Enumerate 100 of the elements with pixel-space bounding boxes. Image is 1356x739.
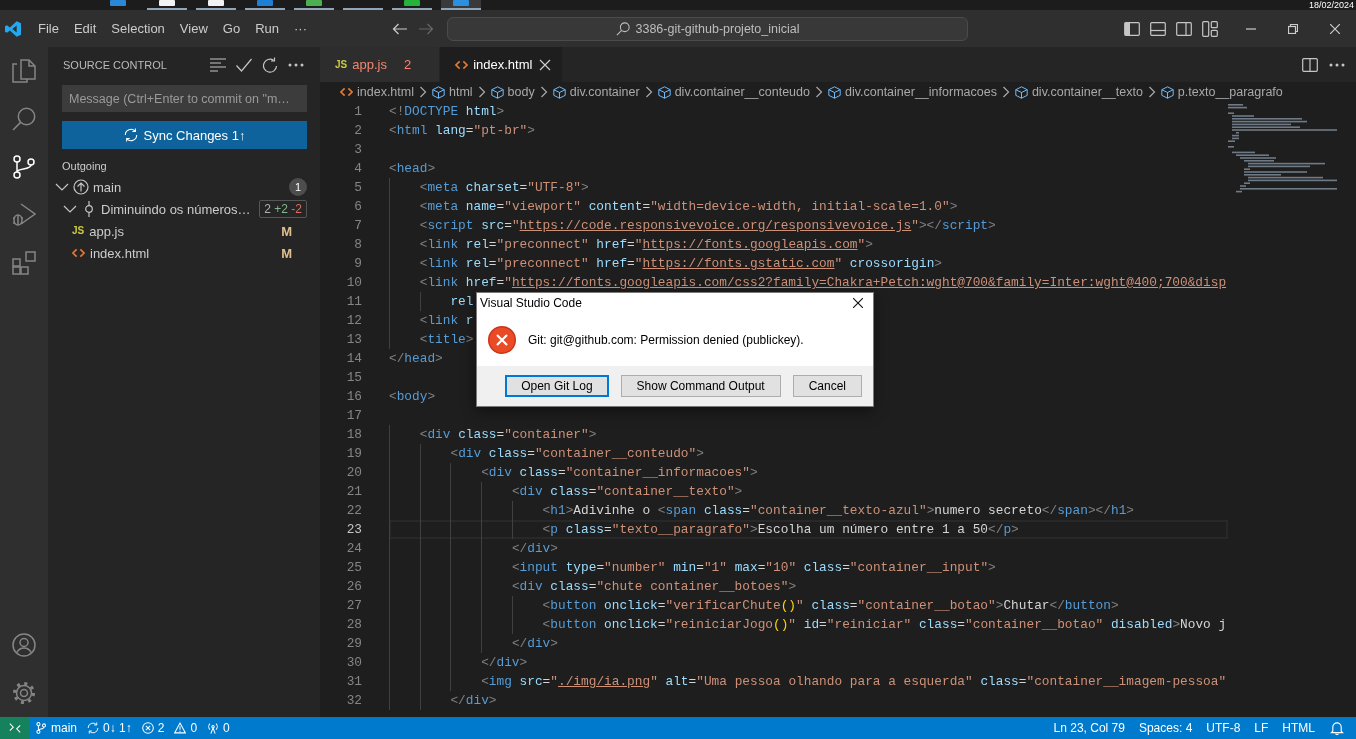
file-name[interactable]: index.html [90,245,150,261]
cube-icon [552,85,566,99]
dialog-button[interactable]: Show Command Output [620,375,781,397]
line-number: 16 [345,388,362,406]
app-logo-icon [5,20,21,37]
breadcrumb-item[interactable]: p.texto__paragrafo [1160,85,1283,99]
status-item[interactable]: HTML [1275,717,1322,739]
commit-message-field[interactable]: Message (Ctrl+Enter to commit on "m… [62,85,307,112]
line-number: 23 [345,521,362,539]
editor-tab[interactable]: index.html [440,47,564,82]
command-center-search[interactable]: 3386-git-github-projeto_inicial [447,16,968,41]
line-number: 22 [345,502,362,520]
line-number: 5 [353,179,362,197]
menu-item[interactable]: Selection [104,17,172,40]
branch-icon [35,722,47,734]
breadcrumb-item[interactable]: index.html [340,85,414,99]
source-control-icon[interactable] [12,155,36,179]
breadcrumb-item[interactable]: html [432,85,473,99]
split-editor-icon[interactable] [1302,56,1318,73]
menu-item[interactable]: Edit [66,17,104,40]
editor-tab[interactable]: JS app.js 2 [320,47,441,82]
branch-name[interactable]: main [93,179,122,195]
line-number: 15 [345,369,362,387]
sidebar-layout-icon[interactable] [1124,20,1140,37]
section-heading: Outgoing [61,159,108,174]
chevron-right-icon [477,86,486,98]
code-link[interactable]: https://fonts.googleapis.com/css2?family=Chakra+Petch:wght@700&family=Inter:wght@400;700&disp [511,275,1227,290]
change-stats: 2 +2 -2 [259,200,307,218]
status-item[interactable]: UTF-8 [1199,717,1248,739]
arrow-up-circle-icon [73,179,89,195]
code-line: <h1>Adivinhe o <span class="container__texto-azul">numero secreto</span></h1> [542,502,1134,520]
html-file-icon [455,59,469,70]
account-icon[interactable] [12,633,36,657]
code-link[interactable]: ./img/ia.png [558,674,651,689]
problems-status[interactable]: 2 0 [136,717,203,739]
breadcrumb-item[interactable]: div.container [552,85,640,99]
check-icon[interactable] [236,56,252,73]
file-name[interactable]: app.js [89,223,124,239]
status-item[interactable]: Spaces: 4 [1131,717,1200,739]
list-icon[interactable] [210,56,226,73]
extensions-icon[interactable] [12,251,36,275]
code-line: <head> [389,160,436,178]
code-line: <link rel="preconnect" href="https://fonts.gstatic.com" crossorigin> [419,255,942,273]
branch-status[interactable]: main [30,717,82,739]
code-link[interactable]: https://fonts.googleapis.com [642,237,858,252]
files-icon[interactable] [12,59,36,83]
breadcrumb-item[interactable]: body [490,85,535,99]
line-number: 8 [353,236,362,254]
menu-item[interactable]: File [31,17,66,40]
line-number: 11 [345,293,362,311]
sync-icon [87,722,99,734]
code-line: <!DOCTYPE html> [389,103,505,121]
side-panel-layout-icon[interactable] [1176,20,1192,37]
dialog-message: Git: git@github.com: Permission denied (publickey). [528,332,804,347]
restore-icon[interactable] [1288,23,1298,34]
menu-item[interactable]: ··· [287,17,314,40]
code-line: <meta charset="UTF-8"> [419,179,589,197]
dialog-button[interactable]: Open Git Log [505,375,609,397]
search-icon[interactable] [12,107,36,131]
code-line: <div class="container__texto"> [511,483,743,501]
code-line: <body> [389,388,436,406]
code-line: <div class="container__conteudo"> [450,445,704,463]
code-line: <div class="chute container__botoes"> [511,578,797,596]
ports-status[interactable]: 0 [202,717,235,739]
line-number: 20 [345,464,362,482]
cube-icon [432,85,445,99]
run-debug-icon[interactable] [12,203,36,227]
menu-item[interactable]: Go [215,17,248,40]
code-line: <input type="number" min="1" max="10" class="container__input"> [511,559,996,577]
file-status: M [281,223,292,239]
settings-icon[interactable] [12,681,36,705]
line-number: 6 [353,198,362,216]
customize-layout-icon[interactable] [1202,20,1218,37]
breadcrumb-item[interactable]: div.container__texto [1014,85,1143,99]
error-icon [488,325,516,354]
bell-icon[interactable] [1330,721,1344,735]
refresh-icon[interactable] [262,56,278,73]
code-link[interactable]: https://fonts.gstatic.com [642,256,835,271]
menu-item[interactable]: Run [248,17,286,40]
code-line: <link href="https://fonts.googleapis.com/css2?family=Chakra+Petch:wght@700&family=Inter:wght@400;700&disp [419,274,1227,292]
code-link[interactable]: https://code.responsivevoice.org/responsivevoice.js [519,218,912,233]
code-line: <meta name="viewport" content="width=device-width, initial-scale=1.0"> [419,198,958,216]
commit-message[interactable]: Diminuindo os números… [101,201,251,217]
code-line: <title> [419,331,474,349]
close-icon[interactable] [853,298,863,308]
breadcrumb-item[interactable]: div.container__informacoes [827,85,997,99]
panel-layout-icon[interactable] [1150,20,1166,37]
line-number: 19 [345,445,362,463]
remote-button[interactable] [0,717,30,739]
sync-changes-button[interactable]: Sync Changes 1↑ [62,121,307,149]
sync-status[interactable]: 0↓ 1↑ [82,717,137,739]
line-number: 27 [345,597,362,615]
code-line: </div> [450,692,497,710]
code-line: <link r [419,312,474,330]
status-item[interactable]: Ln 23, Col 79 [1046,717,1132,739]
dialog-button[interactable]: Cancel [792,375,862,397]
status-item[interactable]: LF [1247,717,1276,739]
breadcrumb-item[interactable]: div.container__conteudo [657,85,810,99]
cube-icon [1014,85,1028,99]
menu-item[interactable]: View [172,17,215,40]
